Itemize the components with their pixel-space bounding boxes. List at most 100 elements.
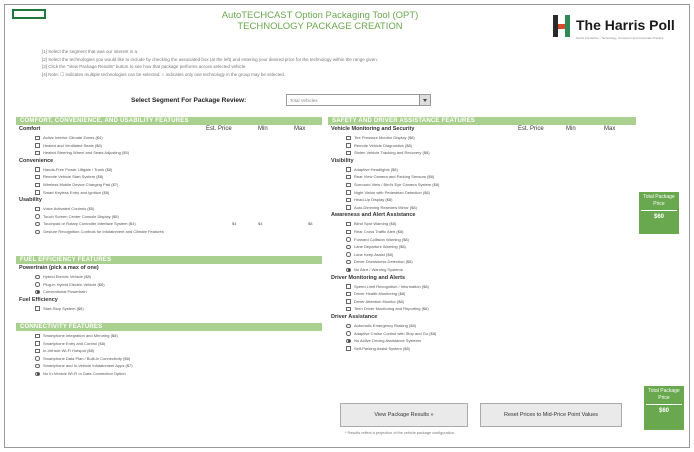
total-package-price-value: $60	[641, 210, 677, 221]
option-label: Lane Keep Assist ($8)	[354, 251, 394, 257]
checkbox[interactable]	[35, 341, 40, 346]
checkbox[interactable]	[35, 135, 40, 140]
checkbox[interactable]	[35, 306, 40, 311]
option-label: Self-Parking Assist System ($8)	[354, 345, 411, 351]
option-row: Touchpad or Rotary Controller Interface …	[35, 220, 305, 227]
checkbox[interactable]	[346, 150, 351, 156]
logo-tagline: Harris Interactive • Technology, Consume…	[576, 36, 664, 40]
checkbox[interactable]	[35, 348, 40, 354]
option-label: Hands-Free Power Liftgate / Trunk ($8)	[43, 166, 113, 172]
checkbox[interactable]	[346, 346, 351, 351]
min-price-value: $4	[258, 221, 263, 227]
radio-button[interactable]	[35, 214, 40, 219]
total-package-price-label: Total Package Price	[643, 194, 675, 207]
checkbox[interactable]	[35, 174, 40, 180]
radio-button[interactable]	[35, 229, 40, 234]
option-row: In-Vehicle Wi-Fi Hotspot ($8)	[35, 347, 305, 354]
checkbox[interactable]	[35, 206, 40, 212]
option-row: Lane Departure Warning ($8)	[346, 243, 616, 250]
radio-button[interactable]	[346, 244, 351, 250]
radio-button[interactable]	[35, 363, 40, 369]
option-label: No Active Driving Assistance Systems	[354, 338, 422, 344]
checkbox[interactable]	[346, 284, 351, 289]
total-package-price-label: Total Package Price	[648, 388, 680, 401]
segment-select[interactable]: Total Vehicles	[286, 94, 431, 106]
instruction-line: [1] Select the segment that was our inte…	[42, 49, 139, 54]
checkbox[interactable]	[346, 135, 351, 140]
checkbox[interactable]	[346, 221, 351, 227]
option-label: Head-Up Display ($8)	[354, 197, 393, 203]
segment-select-value: Total Vehicles	[290, 98, 318, 103]
checkbox[interactable]	[346, 299, 351, 304]
option-row: Gesture Recognition Controls for Infotai…	[35, 228, 305, 235]
total-package-price-box-2: Total Package Price $60	[644, 386, 684, 430]
checkbox[interactable]	[35, 190, 40, 195]
checkbox[interactable]	[346, 291, 351, 297]
radio-button[interactable]	[35, 289, 40, 295]
option-row: Wireless Mobile Device Charging Pad ($7)	[35, 181, 305, 188]
logo-text: The Harris Poll	[576, 17, 675, 33]
checkbox[interactable]	[35, 143, 40, 148]
checkbox[interactable]	[346, 197, 351, 203]
option-label: Rear Cross Traffic Alert ($8)	[354, 229, 404, 234]
harris-logo-icon	[552, 15, 571, 37]
option-row: Adaptive Cruise Control with Stop and Go…	[346, 330, 616, 337]
radio-button[interactable]	[346, 259, 351, 265]
option-row: Remote Vehicle Start System ($8)	[35, 173, 305, 180]
option-label: Stolen Vehicle Tracking and Recovery ($8…	[354, 150, 430, 156]
radio-button[interactable]	[35, 371, 40, 376]
checkbox[interactable]	[346, 167, 351, 172]
option-label: No Alert / Warning Systems	[354, 267, 403, 272]
checkbox[interactable]	[346, 182, 351, 187]
checkbox[interactable]	[346, 174, 351, 180]
radio-button[interactable]	[35, 274, 40, 279]
option-row: Driver Drowsiness Detection ($8)	[346, 258, 616, 265]
checkbox[interactable]	[35, 150, 40, 156]
total-package-price-value: $60	[646, 404, 682, 415]
group-title-driver-monitoring-and-alerts: Driver Monitoring and Alerts	[331, 274, 406, 281]
checkbox[interactable]	[35, 182, 40, 187]
option-row: No Active Driving Assistance Systems	[346, 337, 616, 344]
option-label: Hybrid Electric Vehicle ($8)	[43, 274, 92, 279]
checkbox[interactable]	[346, 143, 351, 148]
view-package-results-button[interactable]: View Package Results »	[340, 403, 468, 427]
group-title-fuel-efficiency: Fuel Efficiency	[19, 296, 58, 303]
option-label: Blind Spot Warning ($8)	[354, 221, 397, 227]
option-label: Driver Health Monitoring ($8)	[354, 291, 406, 297]
option-label: Smartphone Integration and Mirroring ($8…	[43, 333, 118, 338]
radio-button[interactable]	[346, 252, 351, 257]
chevron-down-icon[interactable]	[419, 95, 430, 105]
selected-cell-indicator[interactable]	[12, 9, 46, 19]
checkbox[interactable]	[346, 205, 351, 210]
option-row: Adaptive Headlights ($8)	[346, 166, 616, 173]
option-row: Blind Spot Warning ($8)	[346, 220, 616, 227]
option-label: Forward Collision Warning ($8)	[354, 236, 409, 242]
checkbox[interactable]	[346, 229, 351, 234]
option-label: Heated and Ventilated Seats ($8)	[43, 142, 102, 148]
radio-button[interactable]	[35, 356, 40, 361]
reset-prices-button[interactable]: Reset Prices to Mid-Price Point Values	[480, 403, 622, 427]
group-title-convenience: Convenience	[19, 157, 54, 164]
radio-button[interactable]	[346, 323, 351, 328]
radio-button[interactable]	[346, 267, 351, 272]
option-row: Night Vision with Pedestrian Detection (…	[346, 189, 616, 196]
footnote: * Results reflect a projection of the ve…	[345, 431, 455, 435]
radio-button[interactable]	[35, 221, 40, 227]
option-label: In-Vehicle Wi-Fi Hotspot ($8)	[43, 348, 95, 354]
checkbox[interactable]	[346, 190, 351, 195]
group-title-driver-assistance: Driver Assistance	[331, 314, 378, 320]
radio-button[interactable]	[35, 282, 40, 287]
radio-button[interactable]	[346, 237, 351, 242]
checkbox[interactable]	[35, 167, 40, 172]
checkbox[interactable]	[35, 333, 40, 338]
page-title: AutoTECHCAST Option Packaging Tool (OPT)…	[170, 10, 470, 32]
column-header-max: Max	[294, 126, 306, 132]
radio-button[interactable]	[346, 331, 351, 336]
option-row: Smartphone Data Plan / Built-in Connecti…	[35, 355, 305, 362]
option-label: Driver Drowsiness Detection ($8)	[354, 259, 413, 265]
option-label: Remote Vehicle Diagnostics ($8)	[354, 142, 413, 148]
option-row: Driver Attention Monitor ($8)	[346, 298, 616, 305]
checkbox[interactable]	[346, 306, 351, 312]
radio-button[interactable]	[346, 338, 351, 344]
option-row: Surround View / Bird's Eye Camera System…	[346, 181, 616, 188]
